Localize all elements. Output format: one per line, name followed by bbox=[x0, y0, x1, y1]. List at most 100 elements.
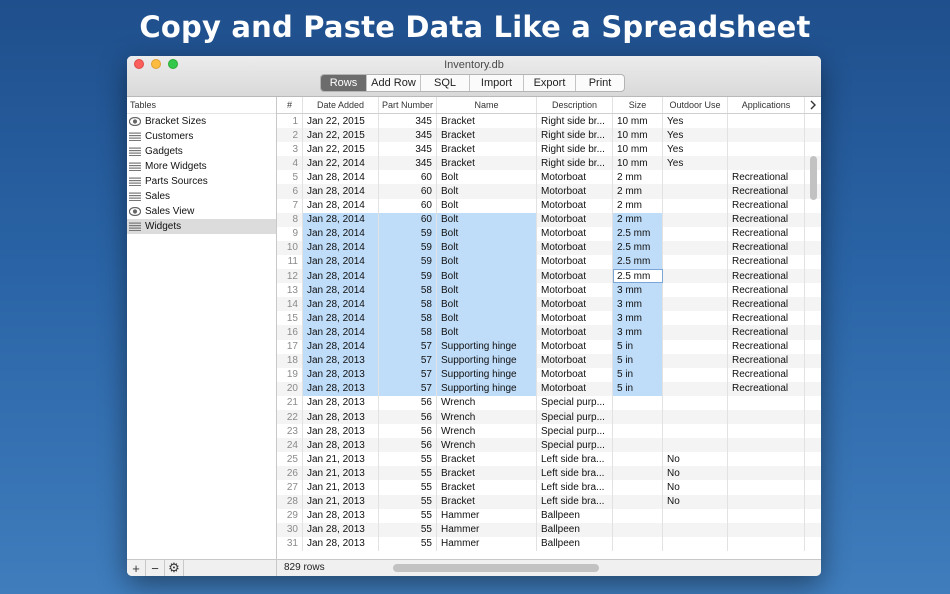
table-cell[interactable]: Motorboat bbox=[537, 240, 613, 255]
table-cell[interactable]: 345 bbox=[379, 114, 437, 129]
table-cell[interactable]: Motorboat bbox=[537, 269, 613, 284]
table-cell[interactable]: Jan 22, 2015 bbox=[303, 142, 379, 157]
table-cell[interactable]: 58 bbox=[379, 297, 437, 312]
column-header[interactable]: Part Number bbox=[379, 97, 437, 113]
table-cell[interactable]: Recreational bbox=[728, 339, 805, 354]
table-cell[interactable]: Jan 28, 2013 bbox=[303, 508, 379, 523]
table-cell[interactable]: Bolt bbox=[437, 297, 537, 312]
table-cell[interactable]: No bbox=[663, 466, 728, 481]
table-cell[interactable]: Motorboat bbox=[537, 339, 613, 354]
table-cell[interactable]: Jan 28, 2013 bbox=[303, 536, 379, 551]
table-cell[interactable]: Bolt bbox=[437, 184, 537, 199]
table-cell[interactable]: Left side bra... bbox=[537, 466, 613, 481]
table-cell[interactable]: 57 bbox=[379, 353, 437, 368]
table-cell[interactable]: Jan 28, 2013 bbox=[303, 522, 379, 537]
table-cell[interactable]: Motorboat bbox=[537, 297, 613, 312]
table-row[interactable]: 26 Jan 21, 2013 55 Bracket Left side bra... N… bbox=[277, 466, 821, 481]
table-cell[interactable]: 10 mm bbox=[613, 114, 663, 129]
table-cell[interactable]: Motorboat bbox=[537, 170, 613, 185]
table-cell[interactable]: Supporting hinge bbox=[437, 367, 537, 382]
table-cell[interactable]: Jan 22, 2015 bbox=[303, 128, 379, 143]
table-row[interactable]: 1 Jan 22, 2015 345 Bracket Right side br... 1… bbox=[277, 114, 821, 129]
sidebar-item-sales-view[interactable]: Sales View bbox=[127, 204, 276, 219]
table-cell[interactable]: Bolt bbox=[437, 240, 537, 255]
table-cell[interactable]: Yes bbox=[663, 114, 728, 129]
table-cell[interactable]: Jan 28, 2014 bbox=[303, 297, 379, 312]
table-row[interactable]: 5 Jan 28, 2014 60 Bolt Motorboat 2 mm Recreati… bbox=[277, 170, 821, 185]
table-cell[interactable] bbox=[663, 198, 728, 213]
column-header[interactable]: Applications bbox=[728, 97, 805, 113]
table-cell[interactable]: Recreational bbox=[728, 325, 805, 340]
table-cell[interactable]: Jan 28, 2014 bbox=[303, 184, 379, 199]
sidebar-item-bracket-sizes[interactable]: Bracket Sizes bbox=[127, 114, 276, 129]
table-cell[interactable]: 56 bbox=[379, 395, 437, 410]
table-cell[interactable]: Motorboat bbox=[537, 325, 613, 340]
table-cell[interactable]: Hammer bbox=[437, 536, 537, 551]
table-cell[interactable]: Jan 28, 2014 bbox=[303, 339, 379, 354]
table-cell[interactable]: Jan 28, 2013 bbox=[303, 409, 379, 425]
column-header[interactable]: Size bbox=[613, 97, 663, 113]
table-cell[interactable]: 57 bbox=[379, 339, 437, 354]
table-cell[interactable]: 58 bbox=[379, 325, 437, 340]
remove-table-button[interactable]: − bbox=[146, 560, 165, 576]
table-cell[interactable]: 60 bbox=[379, 170, 437, 185]
table-cell[interactable]: 2 mm bbox=[613, 184, 663, 199]
table-cell[interactable]: Left side bra... bbox=[537, 480, 613, 495]
table-cell[interactable]: 57 bbox=[379, 381, 437, 396]
table-cell[interactable] bbox=[663, 311, 728, 326]
table-cell[interactable]: Bolt bbox=[437, 254, 537, 270]
toolbar-rows-button[interactable]: Rows bbox=[321, 75, 367, 91]
table-row[interactable]: 27 Jan 21, 2013 55 Bracket Left side bra... N… bbox=[277, 480, 821, 495]
table-cell[interactable]: 58 bbox=[379, 311, 437, 326]
table-cell[interactable]: Special purp... bbox=[537, 424, 613, 439]
table-cell[interactable] bbox=[728, 424, 805, 439]
table-cell[interactable]: Bolt bbox=[437, 226, 537, 241]
table-cell[interactable]: 55 bbox=[379, 480, 437, 495]
table-cell[interactable]: Bolt bbox=[437, 212, 537, 227]
table-cell[interactable]: 59 bbox=[379, 269, 437, 284]
table-cell[interactable] bbox=[728, 395, 805, 410]
table-cell[interactable]: Supporting hinge bbox=[437, 381, 537, 396]
table-cell[interactable]: 10 mm bbox=[613, 142, 663, 157]
table-cell[interactable]: Bolt bbox=[437, 170, 537, 185]
table-cell[interactable]: 10 mm bbox=[613, 128, 663, 143]
table-row[interactable]: 15 Jan 28, 2014 58 Bolt Motorboat 3 mm Recreat… bbox=[277, 311, 821, 326]
table-cell[interactable] bbox=[663, 240, 728, 255]
table-row[interactable]: 9 Jan 28, 2014 59 Bolt Motorboat 2.5 mm Recrea… bbox=[277, 226, 821, 241]
table-cell[interactable]: Jan 21, 2013 bbox=[303, 452, 379, 467]
table-cell[interactable]: 2 mm bbox=[613, 170, 663, 185]
table-cell[interactable] bbox=[728, 156, 805, 171]
table-cell[interactable]: Jan 28, 2014 bbox=[303, 198, 379, 213]
table-cell[interactable]: Jan 28, 2014 bbox=[303, 254, 379, 270]
table-cell[interactable]: 2.5 mm bbox=[613, 269, 663, 284]
table-cell[interactable]: Recreational bbox=[728, 198, 805, 213]
table-row[interactable]: 8 Jan 28, 2014 60 Bolt Motorboat 2 mm Recreati… bbox=[277, 212, 821, 227]
table-cell[interactable]: 3 mm bbox=[613, 325, 663, 340]
table-row[interactable]: 18 Jan 28, 2013 57 Supporting hinge Motorboa… bbox=[277, 353, 821, 368]
table-cell[interactable] bbox=[728, 466, 805, 481]
table-cell[interactable]: Wrench bbox=[437, 409, 537, 425]
table-cell[interactable]: 55 bbox=[379, 522, 437, 537]
table-cell[interactable] bbox=[613, 522, 663, 537]
table-cell[interactable]: 2.5 mm bbox=[613, 226, 663, 241]
table-cell[interactable]: 5 in bbox=[613, 339, 663, 354]
table-cell[interactable]: Recreational bbox=[728, 297, 805, 312]
table-cell[interactable]: Jan 21, 2013 bbox=[303, 494, 379, 509]
table-row[interactable]: 16 Jan 28, 2014 58 Bolt Motorboat 3 mm Recreat… bbox=[277, 325, 821, 340]
table-cell[interactable]: Recreational bbox=[728, 311, 805, 326]
table-cell[interactable]: Recreational bbox=[728, 381, 805, 396]
table-cell[interactable]: Bracket bbox=[437, 494, 537, 509]
table-cell[interactable]: 5 in bbox=[613, 353, 663, 368]
table-cell[interactable]: Jan 28, 2013 bbox=[303, 381, 379, 396]
table-cell[interactable]: Recreational bbox=[728, 367, 805, 382]
table-cell[interactable]: Special purp... bbox=[537, 395, 613, 410]
table-cell[interactable]: 55 bbox=[379, 536, 437, 551]
table-cell[interactable] bbox=[663, 409, 728, 425]
table-cell[interactable]: Bracket bbox=[437, 452, 537, 467]
table-cell[interactable]: 59 bbox=[379, 226, 437, 241]
table-cell[interactable]: No bbox=[663, 452, 728, 467]
table-row[interactable]: 2 Jan 22, 2015 345 Bracket Right side br... 1… bbox=[277, 128, 821, 143]
table-cell[interactable]: Wrench bbox=[437, 424, 537, 439]
table-cell[interactable]: Bolt bbox=[437, 325, 537, 340]
table-cell[interactable]: 56 bbox=[379, 438, 437, 453]
